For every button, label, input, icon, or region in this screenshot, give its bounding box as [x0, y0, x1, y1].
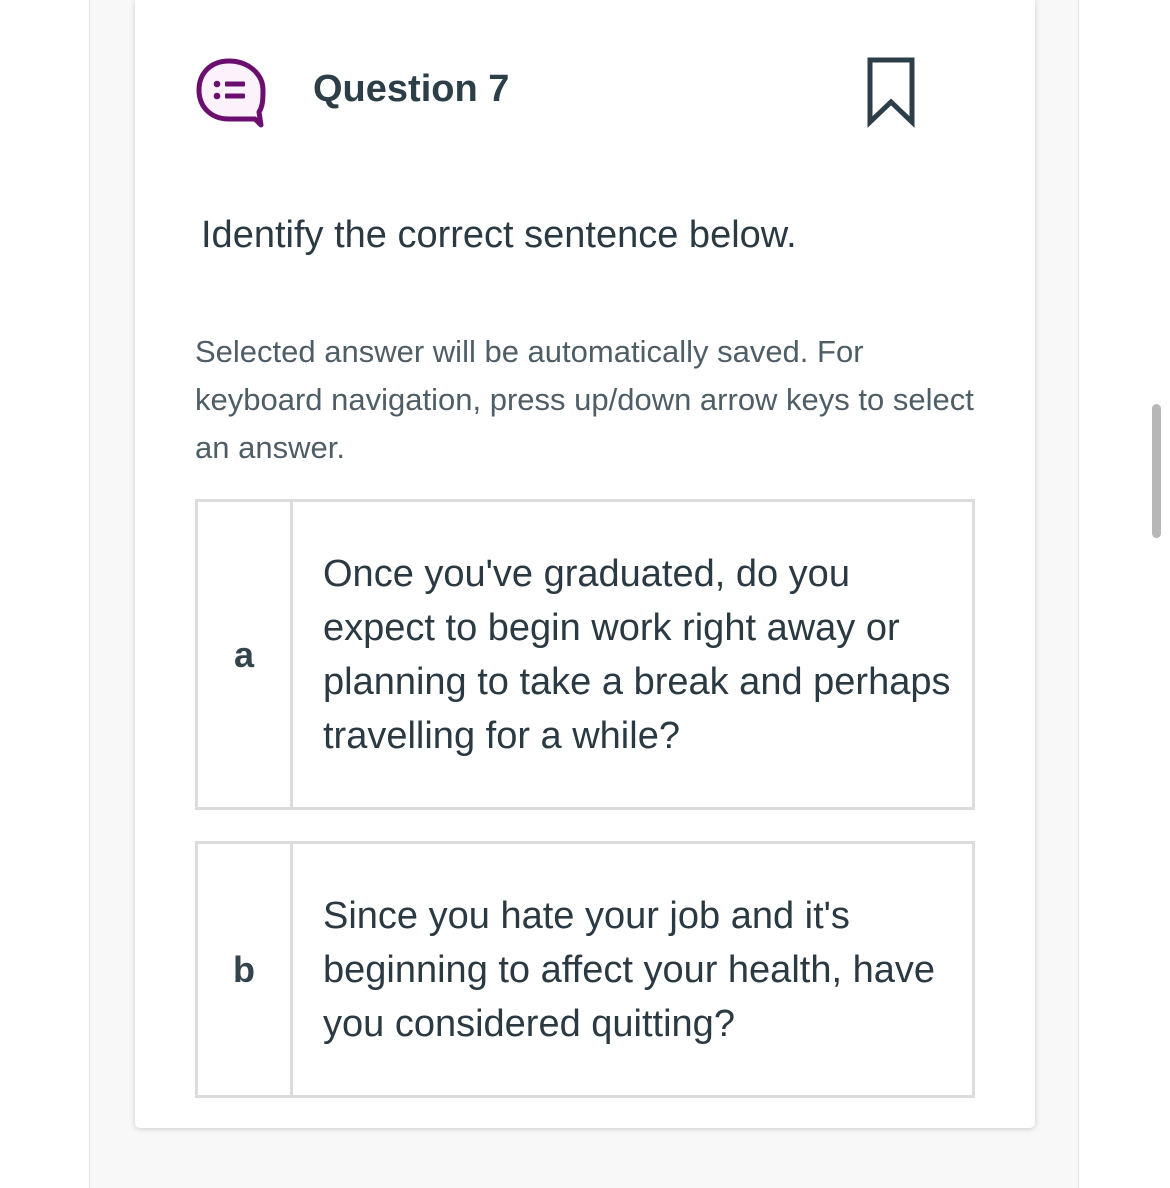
answer-option-a[interactable]: a Once you've graduated, do you expect t…: [195, 499, 975, 810]
option-letter: b: [198, 844, 293, 1095]
scrollbar-thumb[interactable]: [1152, 404, 1161, 538]
question-list-icon: [196, 58, 266, 128]
question-title: Question 7: [313, 68, 510, 110]
bookmark-icon[interactable]: [865, 56, 917, 128]
question-card: Question 7 Identify the correct sentence…: [135, 0, 1035, 1128]
option-letter: a: [198, 502, 293, 807]
option-text: Once you've graduated, do you expect to …: [323, 552, 951, 757]
question-prompt: Identify the correct sentence below.: [201, 214, 797, 256]
answer-option-b[interactable]: b Since you hate your job and it's begin…: [195, 841, 975, 1098]
answer-instructions: Selected answer will be automatically sa…: [195, 334, 974, 465]
option-text: Since you hate your job and it's beginni…: [323, 894, 935, 1045]
